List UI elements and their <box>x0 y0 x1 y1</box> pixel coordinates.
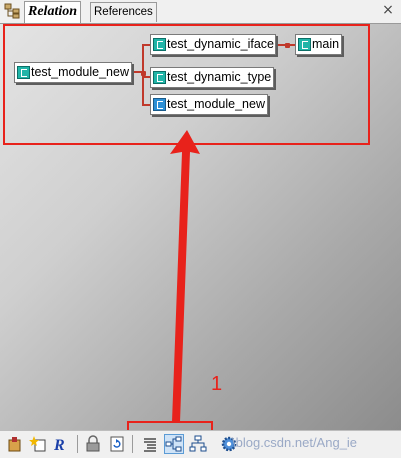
annotation-arrow <box>170 130 200 422</box>
hand-icon[interactable] <box>6 435 24 453</box>
svg-text:R: R <box>53 437 65 453</box>
refresh-icon[interactable] <box>108 435 126 453</box>
highlight-graph-box <box>3 24 370 145</box>
toolbar-separator <box>77 435 78 453</box>
tab-strip: Relation References × <box>0 0 401 24</box>
tab-references[interactable]: References <box>90 2 157 22</box>
toolbar-separator <box>132 435 133 453</box>
relation-view-icon[interactable] <box>4 3 20 19</box>
r-icon[interactable]: R <box>52 435 70 453</box>
list-icon[interactable] <box>141 435 159 453</box>
close-icon[interactable]: × <box>381 3 395 17</box>
tab-relation[interactable]: Relation <box>24 1 82 23</box>
annotation-number: 1 <box>211 373 223 395</box>
star-class-icon[interactable] <box>29 435 47 453</box>
tree-icon[interactable] <box>189 435 207 453</box>
watermark-text: \blog.csdn.net/Ang_ie <box>232 435 358 450</box>
lock-icon[interactable] <box>84 435 102 453</box>
graph-icon[interactable] <box>164 434 184 454</box>
relation-window: Relation References × test_module_new te… <box>0 0 401 458</box>
